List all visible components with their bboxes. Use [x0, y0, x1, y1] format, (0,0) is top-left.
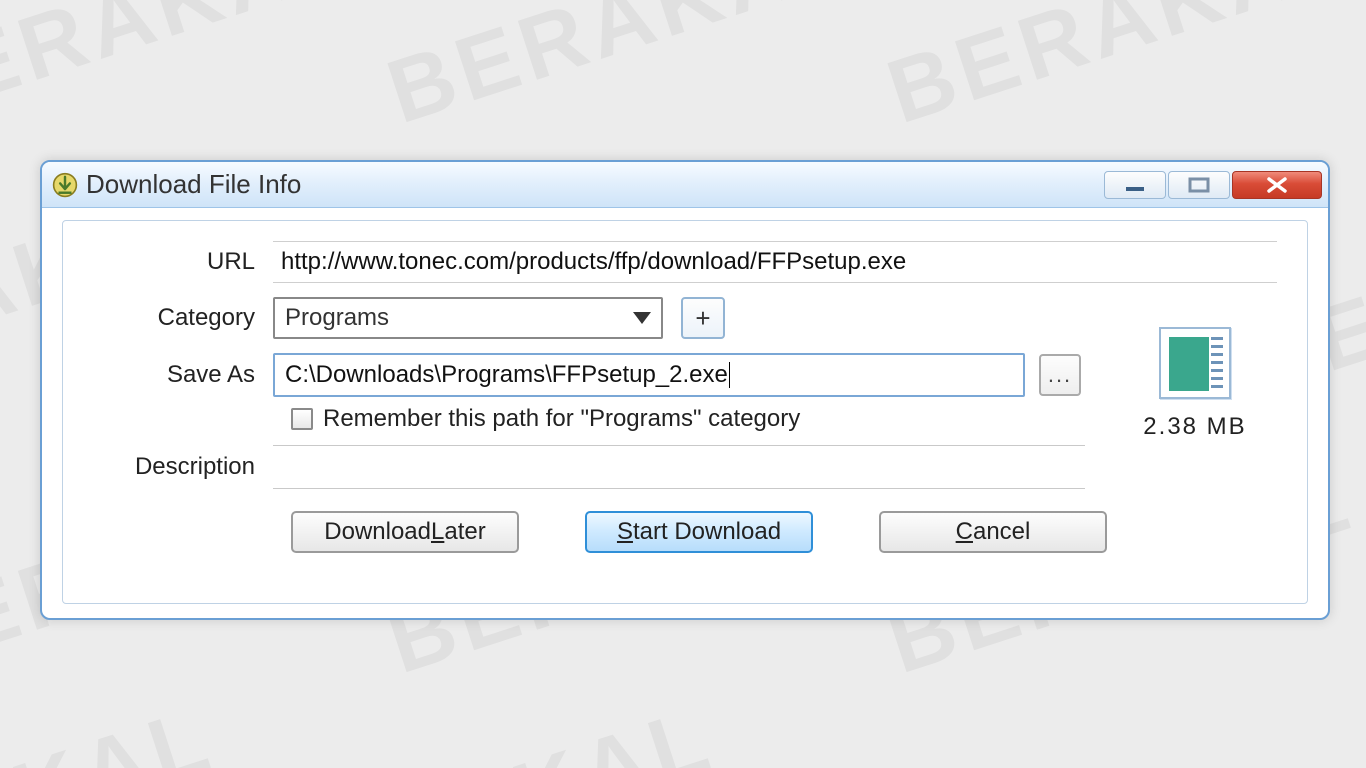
saveas-label: Save As	[93, 361, 273, 389]
add-category-button[interactable]: +	[681, 297, 725, 339]
remember-path-label: Remember this path for "Programs" catego…	[323, 405, 800, 433]
file-size: 2.38 MB	[1125, 413, 1265, 441]
file-info: 2.38 MB	[1125, 327, 1265, 441]
titlebar[interactable]: Download File Info	[42, 162, 1328, 208]
description-input[interactable]	[273, 445, 1085, 489]
file-type-icon	[1159, 327, 1231, 399]
watermark: BERAKAL	[0, 0, 366, 145]
category-selected-value: Programs	[285, 304, 389, 332]
text-caret	[729, 362, 730, 388]
download-file-info-dialog: Download File Info URL http://www.tonec.…	[40, 160, 1330, 620]
url-label: URL	[93, 248, 273, 276]
app-icon	[52, 172, 78, 198]
remember-path-checkbox[interactable]	[291, 408, 313, 430]
close-button[interactable]	[1232, 171, 1322, 199]
dialog-title: Download File Info	[86, 169, 301, 200]
dialog-content: URL http://www.tonec.com/products/ffp/do…	[62, 220, 1308, 604]
category-select[interactable]: Programs	[273, 297, 663, 339]
chevron-down-icon	[633, 312, 651, 324]
watermark: BERAKAL	[876, 0, 1366, 145]
saveas-value: C:\Downloads\Programs\FFPsetup_2.exe	[285, 361, 728, 389]
background: BERAKAL BERAKAL BERAKAL BERAKAL BERAKAL …	[0, 0, 1366, 768]
watermark: BERAKAL	[376, 0, 866, 145]
watermark: BERAKAL	[236, 688, 726, 768]
minimize-button[interactable]	[1104, 171, 1166, 199]
download-later-button[interactable]: Download Later	[291, 511, 519, 553]
description-label: Description	[93, 453, 273, 481]
url-value: http://www.tonec.com/products/ffp/downlo…	[273, 241, 1277, 283]
cancel-button[interactable]: Cancel	[879, 511, 1107, 553]
browse-button[interactable]: ...	[1039, 354, 1081, 396]
watermark: BERAKAL	[0, 688, 226, 768]
maximize-button[interactable]	[1168, 171, 1230, 199]
start-download-button[interactable]: Start Download	[585, 511, 813, 553]
category-label: Category	[93, 304, 273, 332]
saveas-input[interactable]: C:\Downloads\Programs\FFPsetup_2.exe	[273, 353, 1025, 397]
